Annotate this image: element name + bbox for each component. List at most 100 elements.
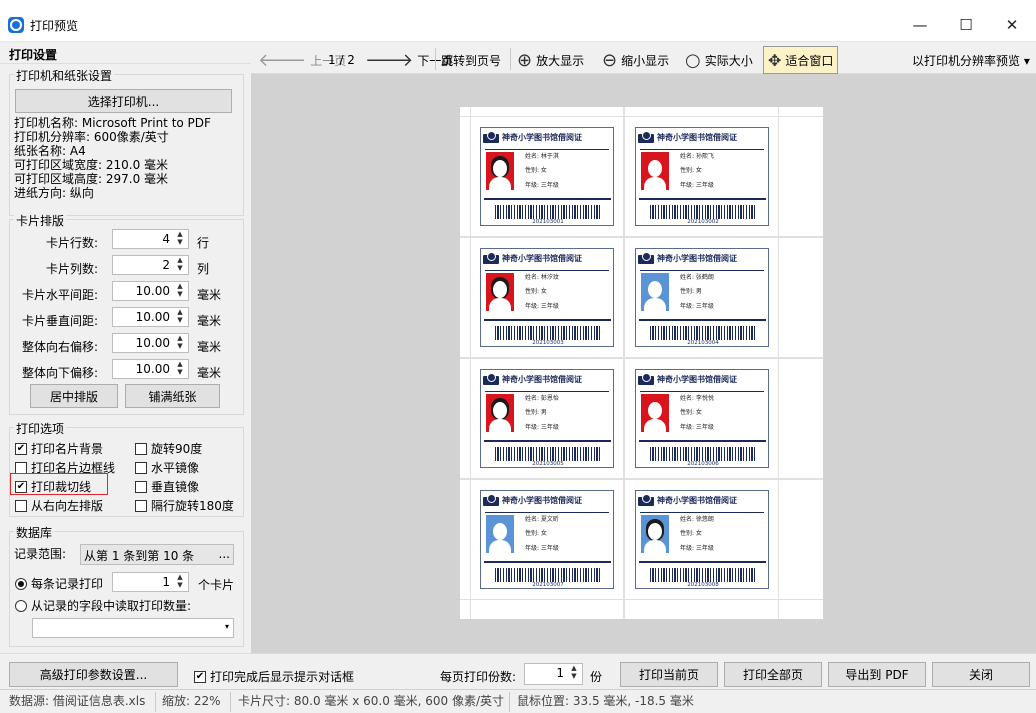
close-button[interactable]: 关闭 bbox=[932, 662, 1030, 687]
card-divider bbox=[639, 319, 766, 321]
card-title-underline bbox=[485, 512, 609, 513]
print-current-page-button[interactable]: 打印当前页 bbox=[620, 662, 718, 687]
export-pdf-button[interactable]: 导出到 PDF bbox=[828, 662, 926, 687]
checkbox-icon bbox=[15, 461, 27, 474]
shoulder-shape bbox=[489, 177, 511, 190]
h-spacing-label: 卡片水平间距: bbox=[21, 288, 98, 302]
copies-stepper[interactable]: 1 ▲ ▼ bbox=[524, 663, 583, 685]
card-code: 202103008 bbox=[687, 582, 719, 588]
columns-stepper[interactable]: 2 ▲ ▼ bbox=[112, 255, 189, 275]
stepper-arrows-icon[interactable]: ▲ ▼ bbox=[174, 334, 186, 352]
preview-area[interactable]: 神奇小学图书馆借阅证 姓名: 林于淇 性别: 女年级: 三年级 202103001 神奇… bbox=[251, 74, 1036, 653]
advanced-settings-button[interactable]: 高级打印参数设置... bbox=[9, 662, 178, 687]
record-range-field[interactable]: 从第 1 条到第 10 条... bbox=[80, 544, 234, 565]
stepper-arrows-icon[interactable]: ▲ ▼ bbox=[174, 308, 186, 326]
select-printer-button[interactable]: 选择打印机... bbox=[15, 89, 232, 113]
zoom-out-button[interactable]: ⊖ 缩小显示 bbox=[602, 48, 669, 72]
vertical-mirror-checkbox[interactable]: 垂直镜像 bbox=[135, 478, 199, 495]
stepper-arrows-icon[interactable]: ▲ ▼ bbox=[568, 664, 580, 682]
card-gender: 性别: 女 bbox=[525, 167, 547, 174]
library-card: 神奇小学图书馆借阅证 姓名: 夏文昕 性别: 女年级: 三年级 202103007 bbox=[480, 490, 614, 589]
stepper-arrows-icon[interactable]: ▲ ▼ bbox=[174, 573, 186, 591]
copies-label: 每页打印份数: bbox=[440, 670, 517, 684]
library-card: 神奇小学图书馆借阅证 姓名: 徐悠朗 性别: 女年级: 三年级 202103008 bbox=[635, 490, 769, 589]
student-photo bbox=[486, 515, 514, 553]
status-divider bbox=[155, 692, 156, 712]
copies-unit: 份 bbox=[590, 670, 603, 684]
alternate-rotate-180-checkbox[interactable]: 隔行旋转180度 bbox=[135, 497, 234, 514]
card-divider bbox=[484, 440, 611, 442]
fill-paper-button[interactable]: 铺满纸张 bbox=[125, 384, 220, 408]
minimize-icon[interactable]: — bbox=[900, 10, 940, 40]
library-card: 神奇小学图书馆借阅证 姓名: 林汐玟 性别: 女年级: 三年级 202103003 bbox=[480, 248, 614, 347]
right-to-left-checkbox[interactable]: 从右向左排版 bbox=[15, 497, 103, 514]
panel-title: 打印设置 bbox=[0, 44, 251, 64]
horizontal-mirror-checkbox[interactable]: 水平镜像 bbox=[135, 459, 199, 476]
maximize-icon[interactable]: ☐ bbox=[946, 10, 986, 40]
print-background-checkbox[interactable]: ✔ 打印名片背景 bbox=[15, 440, 103, 457]
card-name: 姓名: 林汐玟 bbox=[525, 274, 559, 281]
card-divider bbox=[484, 319, 611, 321]
stepper-arrows-icon[interactable]: ▲ ▼ bbox=[174, 282, 186, 300]
card-title: 神奇小学图书馆借阅证 bbox=[638, 494, 737, 507]
group-title: 数据库 bbox=[14, 524, 55, 541]
stepper-arrows-icon[interactable]: ▲ ▼ bbox=[174, 230, 186, 248]
face-shape bbox=[648, 281, 662, 298]
h-spacing-stepper[interactable]: 10.00 ▲ ▼ bbox=[112, 281, 189, 301]
range-more-icon[interactable]: ... bbox=[219, 547, 230, 561]
card-code: 202103001 bbox=[532, 219, 564, 225]
offset-right-stepper[interactable]: 10.00 ▲ ▼ bbox=[112, 333, 189, 353]
fit-window-button[interactable]: ✥ 适合窗口 bbox=[763, 46, 839, 74]
checkbox-icon bbox=[135, 499, 147, 512]
field-quantity-radio[interactable]: 从记录的字段中读取打印数量: bbox=[15, 597, 191, 614]
card-title-underline bbox=[640, 512, 764, 513]
center-layout-button[interactable]: 居中排版 bbox=[30, 384, 118, 408]
card-grade: 年级: 三年级 bbox=[525, 182, 559, 189]
face-shape bbox=[493, 402, 507, 419]
card-gender: 性别: 女 bbox=[525, 288, 547, 295]
zoom-in-button[interactable]: ⊕ 放大显示 bbox=[517, 48, 584, 72]
card-grade: 年级: 三年级 bbox=[525, 424, 559, 431]
close-icon[interactable]: ✕ bbox=[992, 10, 1032, 40]
status-card-size: 卡片尺寸: 80.0 毫米 x 60.0 毫米, 600 像素/英寸 bbox=[238, 694, 505, 708]
stepper-arrows-icon[interactable]: ▲ ▼ bbox=[174, 360, 186, 378]
barcode bbox=[495, 568, 601, 582]
show-dialog-checkbox[interactable]: ✔ 打印完成后显示提示对话框 bbox=[194, 668, 354, 685]
rows-stepper[interactable]: 4 ▲ ▼ bbox=[112, 229, 189, 249]
group-title: 打印机和纸张设置 bbox=[14, 67, 115, 84]
arrow-right-icon: 🡒 bbox=[365, 49, 414, 71]
offset-down-stepper[interactable]: 10.00 ▲ ▼ bbox=[112, 359, 189, 379]
checkbox-icon bbox=[135, 461, 147, 474]
checkbox-icon bbox=[135, 442, 147, 455]
jump-to-page-button[interactable]: 跳转到页号 bbox=[441, 48, 501, 72]
checkbox-icon bbox=[15, 499, 27, 512]
card-grade: 年级: 三年级 bbox=[525, 303, 559, 310]
status-divider bbox=[509, 692, 510, 712]
card-divider bbox=[484, 561, 611, 563]
card-title-underline bbox=[640, 391, 764, 392]
barcode bbox=[495, 205, 601, 219]
actual-size-button[interactable]: ○ 实际大小 bbox=[685, 48, 753, 72]
book-reader-icon bbox=[638, 131, 656, 144]
copies-per-record-stepper[interactable]: 1 ▲ ▼ bbox=[112, 572, 189, 592]
card-name: 姓名: 夏文昕 bbox=[525, 516, 559, 523]
fit-window-icon: ✥ bbox=[768, 50, 782, 70]
field-select[interactable]: ▾ bbox=[32, 618, 234, 638]
card-grade: 年级: 三年级 bbox=[680, 424, 714, 431]
cut-line bbox=[470, 107, 471, 619]
resolution-preview-dropdown[interactable]: 以打印机分辨率预览 ▾ bbox=[912, 48, 1030, 72]
card-name: 姓名: 徐悠朗 bbox=[680, 516, 714, 523]
printable-width: 可打印区域宽度: 210.0 毫米 bbox=[14, 158, 169, 172]
student-photo bbox=[641, 394, 669, 432]
face-shape bbox=[648, 523, 662, 540]
stepper-arrows-icon[interactable]: ▲ ▼ bbox=[174, 256, 186, 274]
card-divider bbox=[639, 440, 766, 442]
student-photo bbox=[641, 515, 669, 553]
printer-name: 打印机名称: Microsoft Print to PDF bbox=[14, 116, 211, 130]
print-all-pages-button[interactable]: 打印全部页 bbox=[724, 662, 822, 687]
v-spacing-stepper[interactable]: 10.00 ▲ ▼ bbox=[112, 307, 189, 327]
student-photo bbox=[486, 394, 514, 432]
highlight-box bbox=[10, 473, 108, 495]
rotate-90-checkbox[interactable]: 旋转90度 bbox=[135, 440, 202, 457]
each-record-radio[interactable]: 每条记录打印 bbox=[15, 575, 103, 592]
